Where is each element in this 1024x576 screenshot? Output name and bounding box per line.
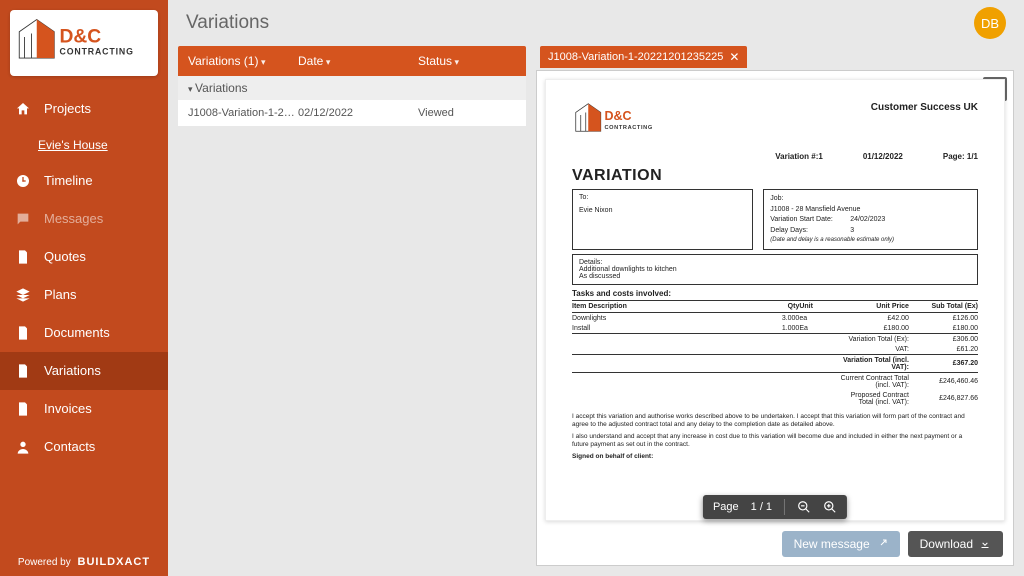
action-bar: New message Download: [543, 523, 1007, 559]
doc-meta: Variation #:1 01/12/2022 Page: 1/1: [572, 152, 978, 161]
nav-variations[interactable]: Variations: [0, 352, 168, 390]
accept-text: I accept this variation and authorise wo…: [572, 413, 978, 461]
topbar: Variations DB: [168, 0, 1024, 46]
external-icon: [876, 538, 888, 550]
sidebar-footer: Powered by BUILDXACT: [0, 548, 168, 576]
nav-quotes[interactable]: Quotes: [0, 238, 168, 276]
layers-icon: [14, 286, 32, 304]
col-date[interactable]: Date: [298, 54, 418, 68]
variations-list: Variations (1) Date Status Variations J1…: [178, 46, 526, 566]
person-icon: [14, 438, 32, 456]
table-row[interactable]: J1008-Variation-1-202… 02/12/2022 Viewed: [178, 100, 526, 126]
details-box: Details: Additional downlights to kitche…: [572, 254, 978, 285]
doc-icon: [14, 248, 32, 266]
document-panel: J1008-Variation-1-20221201235225 ✕: [536, 46, 1014, 566]
zoom-in-icon[interactable]: [823, 500, 837, 514]
clock-icon: [14, 172, 32, 190]
nav-label: Variations: [44, 363, 101, 378]
home-icon: [14, 100, 32, 118]
group-row[interactable]: Variations: [178, 76, 526, 100]
chat-icon: [14, 210, 32, 228]
job-box: Job: J1008 - 28 Mansfield Avenue Variati…: [763, 189, 978, 250]
pdf-toolbar[interactable]: Page 1 / 1: [703, 495, 847, 519]
page-label: Page: [713, 501, 739, 513]
svg-text:CONTRACTING: CONTRACTING: [60, 47, 134, 57]
cell-date: 02/12/2022: [298, 107, 418, 119]
download-button[interactable]: Download: [908, 531, 1003, 557]
document-tab[interactable]: J1008-Variation-1-20221201235225 ✕: [540, 46, 747, 68]
nav-label: Quotes: [44, 249, 86, 264]
nav-project-sub[interactable]: Evie's House: [0, 128, 168, 162]
zoom-out-icon[interactable]: [797, 500, 811, 514]
to-box: To: Evie Nixon: [572, 189, 753, 250]
nav: Projects Evie's House Timeline Messages …: [0, 86, 168, 549]
svg-text:CONTRACTING: CONTRACTING: [605, 125, 653, 131]
nav-plans[interactable]: Plans: [0, 276, 168, 314]
nav-label: Messages: [44, 211, 103, 226]
nav-documents[interactable]: Documents: [0, 314, 168, 352]
file-icon: [14, 400, 32, 418]
nav-label: Plans: [44, 287, 77, 302]
page-title: Variations: [186, 12, 974, 34]
document-page: D&C CONTRACTING Customer Success UK Vari…: [545, 79, 1005, 521]
doc-logo: D&C CONTRACTING: [572, 98, 672, 144]
file-icon: [14, 324, 32, 342]
brand-logo: D&C CONTRACTING: [10, 10, 158, 76]
cell-name: J1008-Variation-1-202…: [188, 107, 298, 119]
col-status[interactable]: Status: [418, 54, 516, 68]
svg-text:D&C: D&C: [605, 109, 632, 123]
nav-label: Invoices: [44, 401, 92, 416]
costs-table: Item Description Qty Unit Unit Price Sub…: [572, 300, 978, 407]
file-icon: [14, 362, 32, 380]
cell-status: Viewed: [418, 107, 516, 119]
close-icon[interactable]: ✕: [729, 50, 739, 64]
table-header: Variations (1) Date Status: [178, 46, 526, 76]
nav-timeline[interactable]: Timeline: [0, 162, 168, 200]
sidebar: D&C CONTRACTING Projects Evie's House Ti…: [0, 0, 168, 576]
page-of: 1 / 1: [751, 501, 772, 513]
nav-label: Contacts: [44, 439, 95, 454]
nav-label: Documents: [44, 325, 110, 340]
doc-title: VARIATION: [572, 167, 978, 185]
nav-messages[interactable]: Messages: [0, 200, 168, 238]
avatar[interactable]: DB: [974, 7, 1006, 39]
nav-label: Projects: [44, 101, 91, 116]
new-message-button[interactable]: New message: [782, 531, 900, 557]
svg-text:D&C: D&C: [60, 26, 102, 47]
doc-customer: Customer Success UK: [871, 102, 978, 113]
nav-invoices[interactable]: Invoices: [0, 390, 168, 428]
col-variations[interactable]: Variations (1): [188, 54, 298, 68]
nav-label: Evie's House: [38, 138, 108, 152]
document-frame: D&C CONTRACTING Customer Success UK Vari…: [536, 70, 1014, 566]
nav-contacts[interactable]: Contacts: [0, 428, 168, 466]
nav-label: Timeline: [44, 173, 93, 188]
nav-projects[interactable]: Projects: [0, 90, 168, 128]
download-icon: [979, 538, 991, 550]
